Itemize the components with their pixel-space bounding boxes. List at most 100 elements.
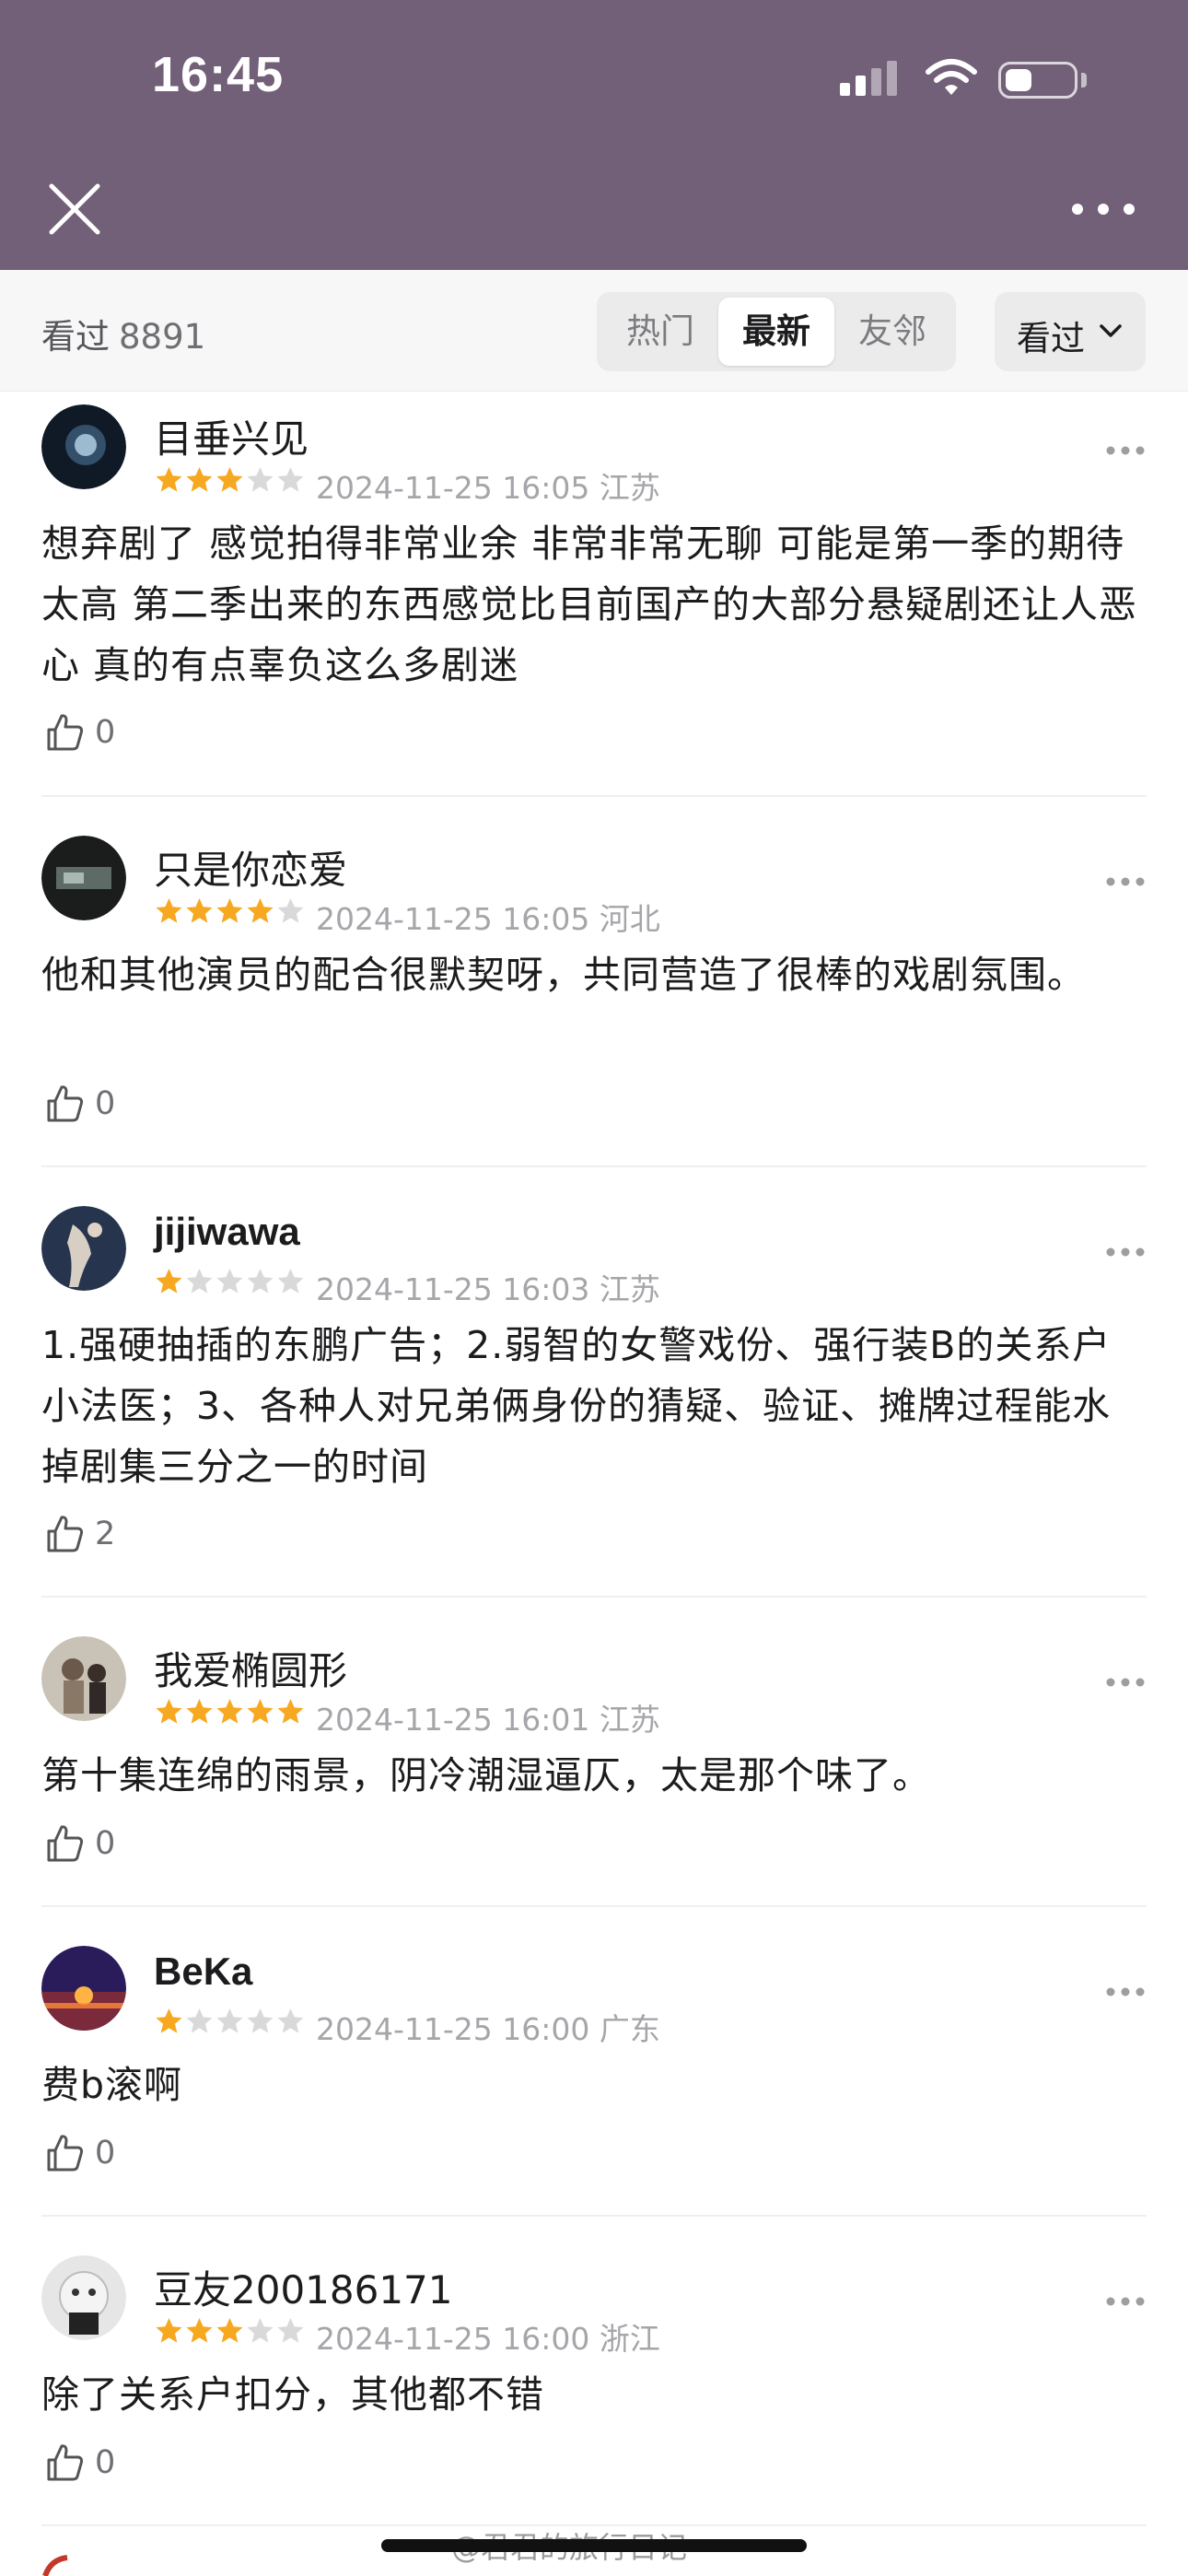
filter-bar: 看过 8891 热门 最新 友邻 看过 xyxy=(0,270,1188,392)
star-empty-icon xyxy=(277,2008,304,2033)
top-bar: 16:45 xyxy=(0,0,1188,270)
thumbs-up-icon xyxy=(47,1085,84,1122)
close-icon[interactable] xyxy=(46,181,103,238)
chevron-down-icon xyxy=(1100,324,1122,337)
username[interactable]: BeKa xyxy=(154,1950,252,1994)
avatar[interactable] xyxy=(41,2255,126,2340)
home-indicator[interactable] xyxy=(381,2539,807,2552)
star-filled-icon xyxy=(277,1699,304,1724)
sort-segmented-control: 热门 最新 友邻 xyxy=(597,292,956,371)
star-empty-icon xyxy=(247,2318,274,2343)
thumbs-up-icon xyxy=(47,714,84,751)
comment-time: 2024-11-25 16:00 xyxy=(316,2321,590,2357)
star-rating xyxy=(154,896,306,928)
star-empty-icon xyxy=(277,898,304,923)
comment-time: 2024-11-25 16:03 xyxy=(316,1271,590,1307)
avatar[interactable] xyxy=(41,404,126,489)
username[interactable]: 目垂兴见 xyxy=(154,408,309,464)
battery-level xyxy=(1006,69,1031,91)
like-button[interactable]: 0 xyxy=(45,1081,115,1127)
seen-label: 看过 xyxy=(41,317,110,357)
comment-location: 江苏 xyxy=(599,1702,660,1738)
star-empty-icon xyxy=(186,2008,213,2033)
star-empty-icon xyxy=(247,467,274,492)
comment-item: 我爱椭圆形 2024-11-25 16:01 江苏 第十集连绵的雨景，阴冷潮湿逼… xyxy=(41,1598,1147,1907)
thumbs-up-icon xyxy=(47,2135,84,2172)
comment-item: 目垂兴见 2024-11-25 16:05 江苏 想弃剧了 感觉拍得非常业余 非… xyxy=(41,392,1147,797)
like-count: 0 xyxy=(95,1085,116,1122)
star-filled-icon xyxy=(216,898,243,923)
username[interactable]: 我爱椭圆形 xyxy=(154,1640,347,1696)
comment-item: BeKa 2024-11-25 16:00 广东 费b滚啊 0 xyxy=(41,1907,1147,2217)
thumbs-up-icon xyxy=(47,1825,84,1862)
star-empty-icon xyxy=(186,1269,213,1294)
comment-item: jijiwawa 2024-11-25 16:03 江苏 1.强硬抽插的东鹏广告… xyxy=(41,1167,1147,1598)
star-empty-icon xyxy=(247,2008,274,2033)
star-filled-icon xyxy=(156,2318,182,2343)
thumbs-up-icon xyxy=(47,2444,84,2481)
like-button[interactable]: 0 xyxy=(45,709,115,755)
comment-location: 江苏 xyxy=(599,470,660,506)
comment-text: 费b滚啊 xyxy=(41,2063,183,2107)
comment-more-icon[interactable] xyxy=(1104,1675,1147,1690)
status-icons xyxy=(840,57,1089,103)
like-button[interactable]: 2 xyxy=(45,1511,115,1557)
like-count: 0 xyxy=(95,2444,116,2481)
comment-meta: 2024-11-25 16:01 江苏 xyxy=(316,1695,660,1739)
star-filled-icon xyxy=(156,898,182,923)
avatar[interactable] xyxy=(41,1206,126,1291)
comment-more-icon[interactable] xyxy=(1104,1245,1147,1259)
more-dots-icon[interactable] xyxy=(1068,195,1138,223)
comment-text: 他和其他演员的配合很默契呀，共同营造了很棒的戏剧氛围。 xyxy=(41,953,1086,997)
dropdown-label: 看过 xyxy=(1017,319,1085,358)
comment-time: 2024-11-25 16:05 xyxy=(316,470,590,506)
comment-text: 想弃剧了 感觉拍得非常业余 非常非常无聊 可能是第一季的期待太高 第二季出来的东… xyxy=(41,521,1138,687)
comment-time: 2024-11-25 16:00 xyxy=(316,2011,590,2047)
star-filled-icon xyxy=(216,2318,243,2343)
comment-location: 河北 xyxy=(599,901,660,937)
next-avatar-peek xyxy=(42,2555,68,2576)
star-filled-icon xyxy=(186,2318,213,2343)
comment-more-icon[interactable] xyxy=(1104,2294,1147,2309)
star-filled-icon xyxy=(156,1699,182,1724)
like-button[interactable]: 0 xyxy=(45,1821,115,1867)
comment-time: 2024-11-25 16:01 xyxy=(316,1702,590,1738)
star-rating xyxy=(154,465,306,497)
avatar[interactable] xyxy=(41,836,126,920)
seen-number: 8891 xyxy=(119,317,206,357)
comment-text: 1.强硬抽插的东鹏广告；2.弱智的女警戏份、强行装B的关系户小法医；3、各种人对… xyxy=(41,1323,1112,1489)
comment-location: 浙江 xyxy=(599,2321,660,2357)
like-button[interactable]: 0 xyxy=(45,2440,115,2486)
signal-icon xyxy=(840,83,850,96)
avatar[interactable] xyxy=(41,1636,126,1721)
avatar[interactable] xyxy=(41,1946,126,2031)
status-time: 16:45 xyxy=(152,47,285,102)
username[interactable]: 豆友200186171 xyxy=(154,2259,453,2315)
like-count: 0 xyxy=(95,714,116,751)
battery-icon xyxy=(998,62,1077,99)
comment-list: 目垂兴见 2024-11-25 16:05 江苏 想弃剧了 感觉拍得非常业余 非… xyxy=(0,392,1188,2526)
comment-text: 第十集连绵的雨景，阴冷潮湿逼仄，太是那个味了。 xyxy=(41,1753,931,1797)
star-filled-icon xyxy=(247,1699,274,1724)
wifi-icon xyxy=(926,59,977,95)
star-filled-icon xyxy=(216,1699,243,1724)
tab-latest[interactable]: 最新 xyxy=(718,298,834,366)
comment-more-icon[interactable] xyxy=(1104,1985,1147,1999)
like-count: 0 xyxy=(95,1825,116,1862)
tab-friends[interactable]: 友邻 xyxy=(834,298,950,366)
seen-filter-dropdown[interactable]: 看过 xyxy=(995,292,1146,371)
star-empty-icon xyxy=(277,1269,304,1294)
star-rating xyxy=(154,1267,306,1298)
comment-more-icon[interactable] xyxy=(1104,874,1147,889)
like-button[interactable]: 0 xyxy=(45,2130,115,2176)
username[interactable]: 只是你恋爱 xyxy=(154,839,347,896)
comment-more-icon[interactable] xyxy=(1104,443,1147,458)
username[interactable]: jijiwawa xyxy=(154,1210,300,1254)
comment-meta: 2024-11-25 16:05 河北 xyxy=(316,895,660,939)
comment-location: 广东 xyxy=(599,2011,660,2047)
star-empty-icon xyxy=(216,2008,243,2033)
comment-text: 除了关系户扣分，其他都不错 xyxy=(41,2372,544,2417)
thumbs-up-icon xyxy=(47,1516,84,1552)
tab-hot[interactable]: 热门 xyxy=(602,298,718,366)
comment-meta: 2024-11-25 16:05 江苏 xyxy=(316,463,660,508)
